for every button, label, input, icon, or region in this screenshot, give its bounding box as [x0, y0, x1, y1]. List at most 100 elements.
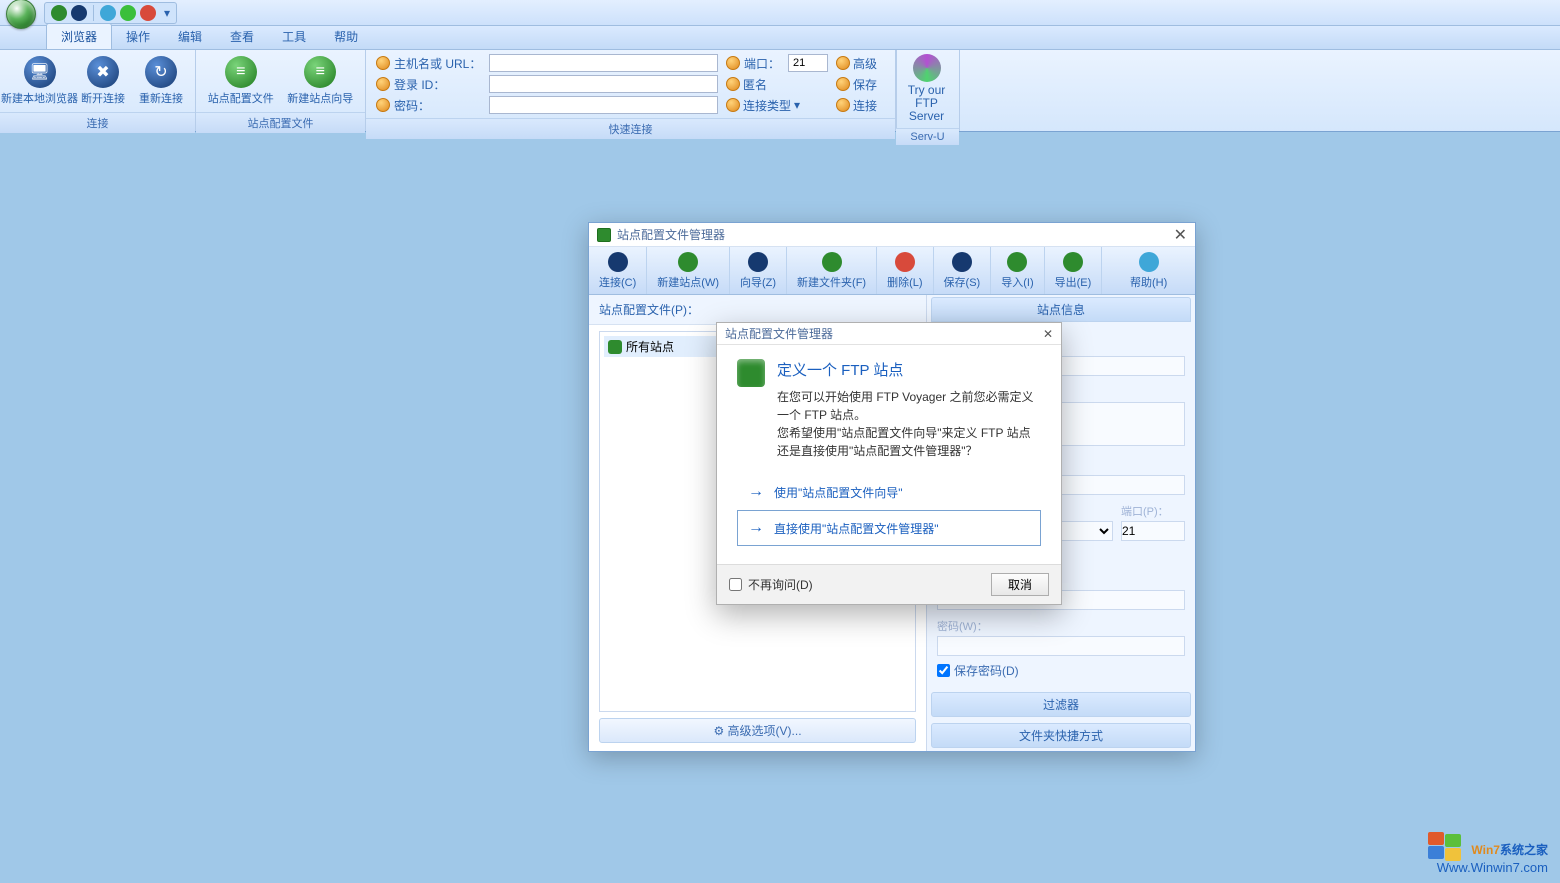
bullet-icon — [376, 77, 390, 91]
spm-titlebar: 站点配置文件管理器 ✕ — [589, 223, 1195, 247]
qat-icon-5[interactable] — [140, 5, 156, 21]
profile-icon: ≡ — [225, 56, 257, 88]
ribbon-group-profiles-label: 站点配置文件 — [196, 112, 365, 133]
bullet-icon — [836, 56, 850, 70]
spm-folder-shortcut-button[interactable]: 文件夹快捷方式 — [931, 723, 1191, 748]
arrow-right-icon: → — [748, 483, 764, 501]
qc-password-label: 密码： — [376, 97, 481, 114]
bullet-icon — [726, 56, 740, 70]
import-icon — [1007, 252, 1027, 272]
qc-advanced-link[interactable]: 高级 — [836, 55, 877, 72]
disconnect-icon: ✖ — [87, 56, 119, 88]
qat-dropdown-icon[interactable]: ▾ — [164, 6, 170, 20]
qat-icon-1[interactable] — [51, 5, 67, 21]
dlg-close-button[interactable]: ✕ — [1043, 327, 1053, 341]
tab-view[interactable]: 查看 — [216, 24, 268, 49]
bullet-icon — [376, 98, 390, 112]
qc-conntype-link[interactable]: 连接类型▾ — [726, 97, 828, 114]
dlg-option-manager[interactable]: → 直接使用"站点配置文件管理器" — [737, 510, 1041, 546]
qat-icon-2[interactable] — [71, 5, 87, 21]
tab-edit[interactable]: 编辑 — [164, 24, 216, 49]
qc-anonymous-link[interactable]: 匿名 — [726, 76, 828, 93]
reconnect-icon: ↻ — [145, 56, 177, 88]
spm-left-header: 站点配置文件(P)： — [589, 295, 926, 325]
ribbon-group-connect: 🖥新建本地浏览器 ✖断开连接 ↻重新连接 连接 — [0, 50, 196, 131]
dlg-titlebar: 站点配置文件管理器 ✕ — [717, 323, 1061, 345]
qc-host-input[interactable] — [489, 54, 718, 72]
ribbon-tabs: 浏览器 操作 编辑 查看 工具 帮助 — [0, 26, 1560, 50]
fld-port-label: 端口(P)： — [1121, 503, 1185, 519]
ribbon-group-quickconnect-label: 快速连接 — [366, 118, 895, 139]
new-site-icon — [678, 252, 698, 272]
fld-password-label: 密码(W)： — [937, 618, 1185, 634]
ribbon-group-servu: Try ourFTP Server Serv-U — [896, 50, 960, 131]
qc-password-input[interactable] — [489, 96, 718, 114]
dlg-title-text: 站点配置文件管理器 — [725, 325, 833, 342]
tab-operate[interactable]: 操作 — [112, 24, 164, 49]
bullet-icon — [836, 98, 850, 112]
new-local-browser-button[interactable]: 🖥新建本地浏览器 — [8, 54, 71, 108]
spm-tb-newsite[interactable]: 新建站点(W) — [647, 247, 730, 294]
spm-tb-newfolder[interactable]: 新建文件夹(F) — [787, 247, 877, 294]
qat-icon-3[interactable] — [100, 5, 116, 21]
folder-icon — [608, 340, 622, 354]
qc-login-input[interactable] — [489, 75, 718, 93]
connect-icon — [608, 252, 628, 272]
arrow-right-icon: → — [748, 519, 764, 537]
define-ftp-site-dialog: 站点配置文件管理器 ✕ 定义一个 FTP 站点 在您可以开始使用 FTP Voy… — [716, 322, 1062, 605]
spm-filters-button[interactable]: 过滤器 — [931, 692, 1191, 717]
spm-tb-import[interactable]: 导入(I) — [991, 247, 1044, 294]
spm-tb-connect[interactable]: 连接(C) — [589, 247, 647, 294]
spm-right-tab[interactable]: 站点信息 — [931, 297, 1191, 322]
spm-close-button[interactable]: ✕ — [1174, 225, 1187, 245]
fld-password-input[interactable] — [937, 636, 1185, 656]
windows-flag-icon — [1428, 832, 1462, 860]
bullet-icon — [376, 56, 390, 70]
reconnect-button[interactable]: ↻重新连接 — [135, 54, 187, 108]
qc-connect-link[interactable]: 连接 — [836, 97, 877, 114]
ribbon-group-servu-label: Serv-U — [896, 128, 959, 145]
site-profile-button[interactable]: ≡站点配置文件 — [204, 54, 278, 108]
dlg-heading: 定义一个 FTP 站点 — [777, 359, 1041, 380]
spm-tb-delete[interactable]: 删除(L) — [877, 247, 933, 294]
app-orb-icon[interactable] — [6, 0, 36, 29]
monitor-icon: 🖥 — [24, 56, 56, 88]
new-folder-icon — [822, 252, 842, 272]
spm-tb-save[interactable]: 保存(S) — [934, 247, 992, 294]
qc-port-input[interactable] — [788, 54, 828, 72]
new-site-wizard-button[interactable]: ≡新建站点向导 — [284, 54, 358, 108]
qc-port-label: 端口： — [726, 55, 780, 72]
export-icon — [1063, 252, 1083, 272]
wizard-icon: ≡ — [304, 56, 336, 88]
spm-tb-help[interactable]: 帮助(H) — [1102, 247, 1195, 294]
qc-save-link[interactable]: 保存 — [836, 76, 877, 93]
fld-port-input[interactable] — [1121, 521, 1185, 541]
qat-icon-4[interactable] — [120, 5, 136, 21]
disconnect-button[interactable]: ✖断开连接 — [77, 54, 129, 108]
tab-tools[interactable]: 工具 — [268, 24, 320, 49]
dlg-option-wizard[interactable]: → 使用"站点配置文件向导" — [737, 474, 1041, 510]
servu-button[interactable]: Try ourFTP Server — [896, 50, 956, 128]
spm-tb-export[interactable]: 导出(E) — [1045, 247, 1103, 294]
dlg-cancel-button[interactable]: 取消 — [991, 573, 1049, 596]
save-icon — [952, 252, 972, 272]
ribbon-group-profiles: ≡站点配置文件 ≡新建站点向导 站点配置文件 — [196, 50, 366, 131]
ribbon: 🖥新建本地浏览器 ✖断开连接 ↻重新连接 连接 ≡站点配置文件 ≡新建站点向导 … — [0, 50, 1560, 132]
tab-browser[interactable]: 浏览器 — [46, 23, 112, 49]
wizard-icon — [748, 252, 768, 272]
tab-help[interactable]: 帮助 — [320, 24, 372, 49]
spm-tb-wizard[interactable]: 向导(Z) — [730, 247, 787, 294]
qat-separator — [93, 5, 94, 21]
fld-savepwd-checkbox[interactable]: 保存密码(D) — [937, 662, 1185, 679]
help-icon — [1139, 252, 1159, 272]
quick-access-toolbar: ▾ — [44, 2, 177, 24]
bullet-icon — [726, 98, 740, 112]
title-bar: ▾ — [0, 0, 1560, 26]
ribbon-group-connect-label: 连接 — [0, 112, 195, 133]
chevron-down-icon: ▾ — [794, 98, 800, 112]
dlg-dont-ask-checkbox[interactable]: 不再询问(D) — [729, 576, 813, 593]
spm-advanced-button[interactable]: ⚙ 高级选项(V)... — [599, 718, 916, 743]
dlg-heading-icon — [737, 359, 765, 387]
watermark-url: Www.Winwin7.com — [1428, 860, 1548, 875]
bullet-icon — [836, 77, 850, 91]
